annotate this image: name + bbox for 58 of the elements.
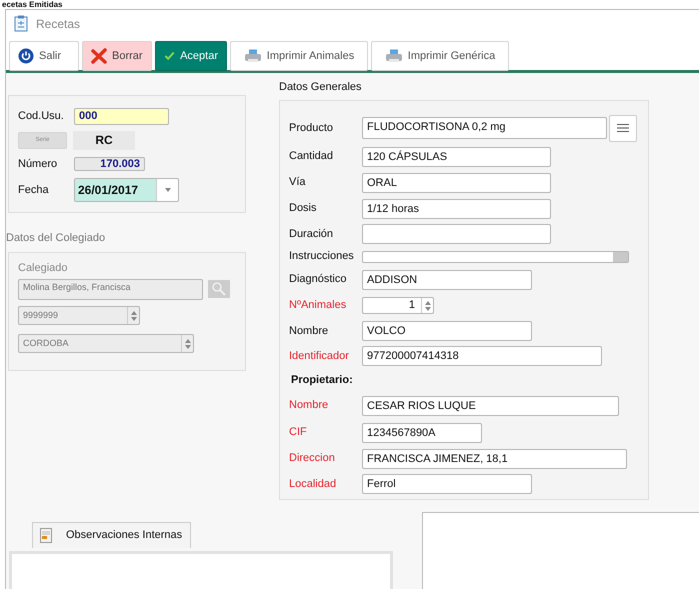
menu-icon	[617, 124, 629, 132]
text-field[interactable]: 1/12 horas	[362, 198, 551, 218]
field-label: Dosis	[289, 201, 318, 216]
date-field[interactable]: 26/01/2017	[74, 178, 179, 202]
field-label: Producto	[289, 120, 334, 136]
check-icon	[164, 49, 176, 63]
field-label: Direccion	[289, 451, 336, 466]
text-field[interactable]: Ferrol	[362, 474, 532, 494]
field-label: Duración	[289, 226, 334, 242]
text-field[interactable]: VOLCO	[362, 321, 532, 341]
text-field[interactable]: ADDISON	[362, 270, 532, 290]
field-label: Número	[18, 156, 58, 172]
menu-button[interactable]	[609, 114, 637, 142]
text-field[interactable]	[362, 224, 551, 244]
text-field[interactable]: 977200007414318	[362, 346, 602, 366]
section-heading: Propietario:	[290, 372, 353, 388]
date-value: 26/01/2017	[75, 179, 156, 201]
text-field[interactable]: CESAR RIOS LUQUE	[362, 396, 619, 416]
field-label: Cantidad	[289, 149, 334, 164]
user-code-field[interactable]: 000	[74, 108, 169, 124]
field-label: Localidad	[289, 476, 338, 492]
field-label: Calegiado	[18, 260, 69, 276]
field-label: CIF	[289, 425, 308, 440]
field-label: Fecha	[18, 182, 50, 198]
section-title: Datos Generales	[279, 80, 363, 95]
field-label: Cod.Usu.	[18, 108, 65, 124]
field-label: Instrucciones	[289, 249, 355, 264]
text-field[interactable]: 120 CÁPSULAS	[362, 146, 551, 166]
instructions-combo[interactable]	[362, 250, 629, 262]
field-label: Nombre	[289, 324, 330, 339]
delete-button[interactable]: Borrar	[82, 41, 152, 71]
printer-icon	[244, 49, 262, 63]
text-field[interactable]: 1234567890A	[362, 422, 482, 442]
print-button[interactable]: Imprimir Animales	[230, 41, 368, 71]
accept-button[interactable]: Aceptar	[155, 41, 227, 71]
number-field: 170.003	[74, 157, 145, 171]
field-label: Identificador	[289, 348, 350, 364]
notes-text-area[interactable]	[9, 551, 393, 589]
text-field[interactable]: FRANCISCA JIMENEZ, 18,1	[362, 448, 627, 468]
section-title: Datos del Colegiado	[6, 231, 106, 246]
cross-icon	[91, 48, 107, 64]
power-icon	[18, 48, 34, 64]
print-button[interactable]: Imprimir Genérica	[371, 41, 509, 71]
quantity-spinner[interactable]: 1	[362, 297, 434, 314]
field-label: NºAnimales	[289, 298, 348, 314]
field-label: Vía	[289, 175, 307, 190]
text-field[interactable]: FLUDOCORTISONA 0,2 mg	[362, 117, 607, 139]
text-field[interactable]: ORAL	[362, 172, 551, 192]
document-icon	[40, 528, 52, 543]
window-title: Recetas	[36, 16, 80, 32]
exit-button[interactable]: Salir	[9, 41, 79, 71]
series-field: RC	[73, 130, 135, 150]
field-label: Diagnóstico	[289, 272, 348, 288]
field-label: Nombre	[289, 398, 330, 414]
background-window-title: ecetas Emitidas	[2, 0, 62, 9]
notes-tab[interactable]: Observaciones Internas	[32, 522, 191, 548]
printer-icon	[384, 49, 403, 63]
clipboard-icon	[14, 15, 28, 32]
